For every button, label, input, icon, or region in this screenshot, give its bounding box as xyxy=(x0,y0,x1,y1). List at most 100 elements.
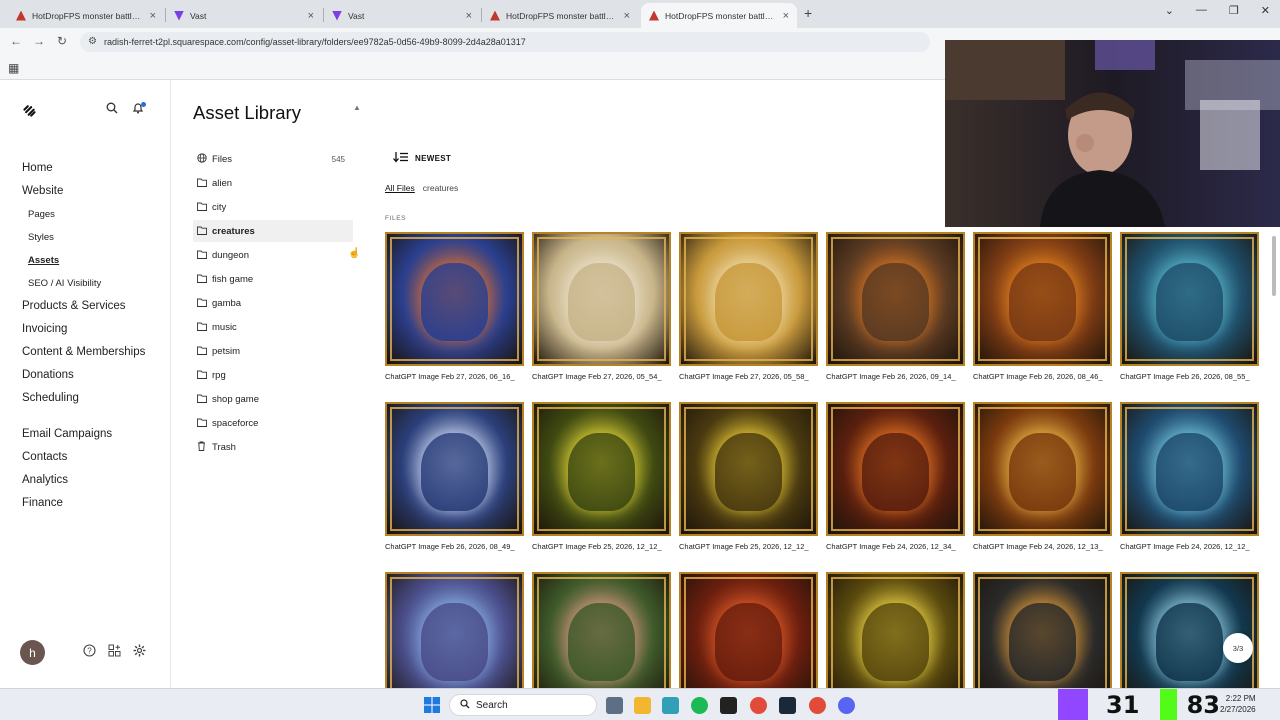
spotify-icon[interactable] xyxy=(691,697,708,714)
file-card[interactable]: ChatGPT Image Feb 26, 2026, 08_46_ xyxy=(973,232,1112,381)
file-card[interactable]: ChatGPT Image Feb 26, 2026, 08_49_ xyxy=(385,402,524,551)
discord-icon[interactable] xyxy=(838,697,855,714)
scrollbar[interactable] xyxy=(1270,230,1278,688)
taskbar-search[interactable]: Search xyxy=(449,694,597,716)
folder-fish-game[interactable]: fish game xyxy=(193,268,353,290)
file-card[interactable]: ChatGPT Image Feb 25, 2026, 12_12_ xyxy=(679,402,818,551)
breadcrumb-all-files[interactable]: All Files xyxy=(385,183,415,193)
squarespace-logo-icon[interactable] xyxy=(21,102,38,123)
file-card[interactable] xyxy=(679,572,818,688)
file-card[interactable] xyxy=(385,572,524,688)
sidebar-item-products-services[interactable]: Products & Services xyxy=(22,300,126,312)
sidebar-item-seo-ai-visibility[interactable]: SEO / AI Visibility xyxy=(28,278,101,289)
file-card[interactable]: ChatGPT Image Feb 24, 2026, 12_34_ xyxy=(826,402,965,551)
sidebar-item-home[interactable]: Home xyxy=(22,162,53,174)
file-thumbnail[interactable] xyxy=(385,232,524,366)
file-thumbnail[interactable] xyxy=(385,402,524,536)
file-thumbnail[interactable] xyxy=(826,402,965,536)
sidebar-item-email-campaigns[interactable]: Email Campaigns xyxy=(22,428,112,440)
minimize-icon[interactable]: — xyxy=(1196,4,1207,17)
folder-trash[interactable]: Trash xyxy=(193,436,353,458)
steam-icon[interactable] xyxy=(779,697,796,714)
file-card[interactable]: ChatGPT Image Feb 26, 2026, 09_14_ xyxy=(826,232,965,381)
page-indicator[interactable]: 3/3 xyxy=(1223,633,1253,663)
sidebar-item-assets[interactable]: Assets xyxy=(28,255,59,266)
close-window-icon[interactable]: ✕ xyxy=(1261,4,1270,17)
new-tab-button[interactable]: + xyxy=(804,5,812,21)
file-explorer-icon[interactable] xyxy=(634,697,651,714)
file-thumbnail[interactable] xyxy=(532,402,671,536)
sidebar-item-styles[interactable]: Styles xyxy=(28,232,54,243)
chevron-down-icon[interactable]: ⌄ xyxy=(1165,4,1174,17)
task-view-icon[interactable] xyxy=(606,697,623,714)
browser-tab[interactable]: Vast × xyxy=(324,3,480,28)
file-thumbnail[interactable] xyxy=(1120,572,1259,688)
collapse-arrow-icon[interactable]: ▲ xyxy=(353,103,361,112)
reload-icon[interactable]: ↻ xyxy=(57,34,67,48)
folder-music[interactable]: music xyxy=(193,316,353,338)
site-settings-icon[interactable]: ⚙ xyxy=(88,36,97,47)
browser-tab[interactable]: HotDropFPS monster battle style × xyxy=(482,3,638,28)
file-card[interactable]: ChatGPT Image Feb 27, 2026, 06_16_ xyxy=(385,232,524,381)
folder-alien[interactable]: alien xyxy=(193,172,353,194)
folder-shop-game[interactable]: shop game xyxy=(193,388,353,410)
hud-fx-icon[interactable] xyxy=(720,697,737,714)
file-thumbnail[interactable] xyxy=(1120,232,1259,366)
avatar[interactable]: h xyxy=(20,640,45,665)
back-arrow-icon[interactable]: ← xyxy=(10,34,22,48)
folder-dungeon[interactable]: dungeon xyxy=(193,244,353,266)
sidebar-item-content-memberships[interactable]: Content & Memberships xyxy=(22,346,145,358)
apps-icon[interactable] xyxy=(108,644,121,660)
folder-spaceforce[interactable]: spaceforce xyxy=(193,412,353,434)
restore-icon[interactable]: ❐ xyxy=(1229,4,1239,17)
scrollbar-thumb[interactable] xyxy=(1272,236,1276,296)
file-card[interactable]: ChatGPT Image Feb 26, 2026, 08_55_ xyxy=(1120,232,1259,381)
file-thumbnail[interactable] xyxy=(385,572,524,688)
settings-gear-icon[interactable] xyxy=(133,644,146,660)
browser-tab[interactable]: HotDropFPS monster battle style × xyxy=(641,3,797,28)
file-card[interactable]: ChatGPT Image Feb 24, 2026, 12_13_ xyxy=(973,402,1112,551)
file-card[interactable] xyxy=(532,572,671,688)
sidebar-item-finance[interactable]: Finance xyxy=(22,497,63,509)
tab-close-icon[interactable]: × xyxy=(466,10,472,22)
sidebar-item-invoicing[interactable]: Invoicing xyxy=(22,323,67,335)
url-field[interactable]: ⚙ radish-ferret-t2pl.squarespace.com/con… xyxy=(80,32,930,52)
sidebar-item-donations[interactable]: Donations xyxy=(22,369,74,381)
browser-tab[interactable]: HotDropFPS monster battle style × xyxy=(8,3,164,28)
windows-start-icon[interactable] xyxy=(424,697,440,713)
file-thumbnail[interactable] xyxy=(973,572,1112,688)
sidebar-item-pages[interactable]: Pages xyxy=(28,209,55,220)
notepad-icon[interactable] xyxy=(662,697,679,714)
browser-tab[interactable]: Vast × xyxy=(166,3,322,28)
file-thumbnail[interactable] xyxy=(679,402,818,536)
tab-close-icon[interactable]: × xyxy=(308,10,314,22)
forward-arrow-icon[interactable]: → xyxy=(33,34,45,48)
sidebar-item-website[interactable]: Website xyxy=(22,185,63,197)
file-thumbnail[interactable] xyxy=(1120,402,1259,536)
file-thumbnail[interactable] xyxy=(973,232,1112,366)
file-thumbnail[interactable] xyxy=(679,232,818,366)
chrome-icon-2[interactable] xyxy=(809,697,826,714)
sidebar-item-analytics[interactable]: Analytics xyxy=(22,474,68,486)
file-thumbnail[interactable] xyxy=(679,572,818,688)
file-thumbnail[interactable] xyxy=(826,572,965,688)
folder-rpg[interactable]: rpg xyxy=(193,364,353,386)
search-icon[interactable] xyxy=(106,102,118,117)
file-card[interactable]: ChatGPT Image Feb 25, 2026, 12_12_ xyxy=(532,402,671,551)
sidebar-item-scheduling[interactable]: Scheduling xyxy=(22,392,79,404)
folder-petsim[interactable]: petsim xyxy=(193,340,353,362)
folder-all-files[interactable]: Files 545 xyxy=(193,148,353,170)
file-card[interactable]: ChatGPT Image Feb 27, 2026, 05_54_ xyxy=(532,232,671,381)
folder-city[interactable]: city xyxy=(193,196,353,218)
notifications-bell-icon[interactable] xyxy=(132,102,146,117)
file-card[interactable]: ChatGPT Image Feb 24, 2026, 12_12_ xyxy=(1120,402,1259,551)
file-card[interactable] xyxy=(826,572,965,688)
file-thumbnail[interactable] xyxy=(532,232,671,366)
file-card[interactable] xyxy=(1120,572,1259,688)
file-thumbnail[interactable] xyxy=(973,402,1112,536)
help-icon[interactable]: ? xyxy=(83,644,96,660)
folder-creatures[interactable]: creatures xyxy=(193,220,353,242)
tab-close-icon[interactable]: × xyxy=(624,10,630,22)
file-thumbnail[interactable] xyxy=(826,232,965,366)
tab-close-icon[interactable]: × xyxy=(783,10,789,22)
